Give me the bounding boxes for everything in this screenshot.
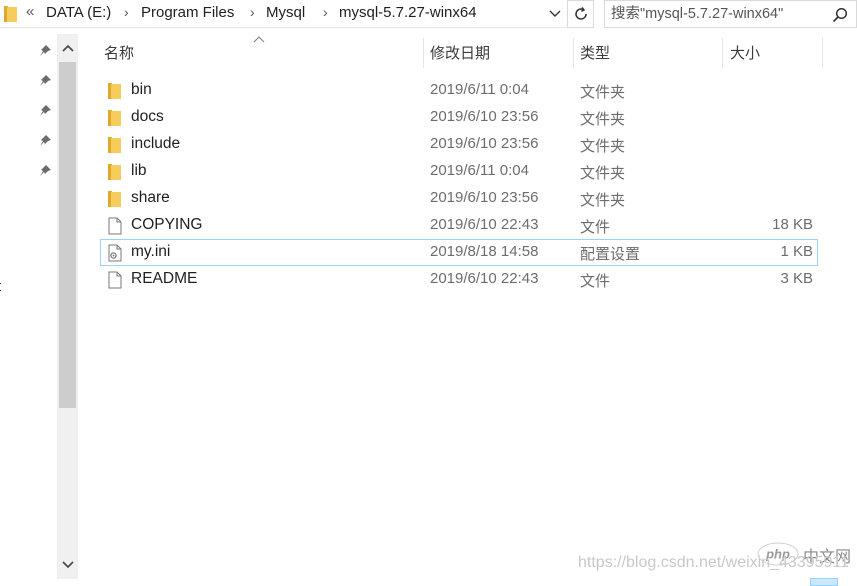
nav-scrollbar[interactable] bbox=[57, 34, 78, 579]
file-icon bbox=[108, 271, 122, 289]
selection-indicator bbox=[810, 578, 838, 586]
pin-icon[interactable] bbox=[37, 163, 53, 179]
breadcrumb-mysql[interactable]: Mysql bbox=[266, 4, 305, 21]
search-icon[interactable] bbox=[832, 7, 848, 23]
pin-icon[interactable] bbox=[37, 43, 53, 59]
search-box[interactable] bbox=[604, 0, 857, 28]
file-name: lib bbox=[131, 162, 147, 179]
file-date: 2019/6/11 0:04 bbox=[430, 162, 529, 179]
file-name: my.ini bbox=[131, 243, 171, 260]
settings-file-icon bbox=[108, 244, 122, 262]
watermark-url: https://blog.csdn.net/weixin_43395911 bbox=[578, 554, 850, 571]
file-date: 2019/6/10 22:43 bbox=[430, 270, 539, 287]
file-type: 文件夹 bbox=[580, 84, 626, 101]
scroll-down-button[interactable] bbox=[57, 551, 78, 579]
refresh-button[interactable] bbox=[567, 0, 594, 28]
file-date: 2019/6/10 22:43 bbox=[430, 216, 539, 233]
file-row-docs[interactable]: docs 2019/6/10 23:56 文件夹 bbox=[100, 104, 818, 131]
pin-icon[interactable] bbox=[37, 133, 53, 149]
file-name: COPYING bbox=[131, 216, 203, 233]
file-name: include bbox=[131, 135, 181, 152]
column-header-size[interactable]: 大小 bbox=[730, 42, 760, 63]
file-row-share[interactable]: share 2019/6/10 23:56 文件夹 bbox=[100, 185, 818, 212]
file-type: 文件夹 bbox=[580, 165, 626, 182]
file-name: share bbox=[131, 189, 170, 206]
nav-item-text[interactable]: t bbox=[0, 278, 1, 295]
scroll-up-button[interactable] bbox=[57, 34, 78, 62]
file-row-include[interactable]: include 2019/6/10 23:56 文件夹 bbox=[100, 131, 818, 158]
file-type: 文件 bbox=[580, 219, 611, 236]
column-divider[interactable] bbox=[822, 38, 823, 68]
column-divider[interactable] bbox=[423, 38, 424, 68]
file-row-lib[interactable]: lib 2019/6/11 0:04 文件夹 bbox=[100, 158, 818, 185]
file-row-copying[interactable]: COPYING 2019/6/10 22:43 文件 18 KB bbox=[100, 212, 818, 239]
file-name: README bbox=[131, 270, 198, 287]
pin-icon[interactable] bbox=[37, 103, 53, 119]
chevron-up-icon bbox=[61, 44, 74, 52]
breadcrumb-drive[interactable]: DATA (E:) bbox=[46, 4, 111, 21]
breadcrumb-current-folder[interactable]: mysql-5.7.27-winx64 bbox=[339, 4, 477, 21]
file-size: 18 KB bbox=[772, 216, 813, 233]
file-size: 3 KB bbox=[780, 270, 813, 287]
file-date: 2019/6/10 23:56 bbox=[430, 135, 539, 152]
column-header-type[interactable]: 类型 bbox=[580, 42, 610, 63]
folder-icon bbox=[108, 191, 121, 207]
file-type: 文件夹 bbox=[580, 192, 626, 209]
file-row-readme[interactable]: README 2019/6/10 22:43 文件 3 KB bbox=[100, 266, 818, 293]
file-icon bbox=[108, 217, 122, 235]
file-date: 2019/6/11 0:04 bbox=[430, 81, 529, 98]
column-divider[interactable] bbox=[722, 38, 723, 68]
folder-icon bbox=[108, 83, 121, 99]
refresh-icon bbox=[574, 7, 587, 20]
search-input[interactable] bbox=[611, 4, 825, 24]
breadcrumb-separator[interactable]: › bbox=[250, 4, 255, 20]
sort-ascending-icon bbox=[253, 36, 265, 43]
file-date: 2019/6/10 23:56 bbox=[430, 189, 539, 206]
file-type: 文件夹 bbox=[580, 111, 626, 128]
file-date: 2019/6/10 23:56 bbox=[430, 108, 539, 125]
file-row-my-ini[interactable]: my.ini 2019/8/18 14:58 配置设置 1 KB bbox=[100, 239, 818, 266]
file-type: 文件夹 bbox=[580, 138, 626, 155]
file-type: 文件 bbox=[580, 273, 611, 290]
scroll-thumb[interactable] bbox=[59, 62, 76, 408]
folder-icon bbox=[4, 6, 17, 22]
pin-icon[interactable] bbox=[37, 73, 53, 89]
breadcrumb-program-files[interactable]: Program Files bbox=[141, 4, 234, 21]
file-name: docs bbox=[131, 108, 164, 125]
column-header-row: 名称 修改日期 类型 大小 bbox=[78, 34, 857, 68]
double-chevron-left-icon[interactable]: « bbox=[26, 3, 34, 20]
breadcrumb-separator[interactable]: › bbox=[323, 4, 328, 20]
folder-icon bbox=[108, 164, 121, 180]
column-header-date[interactable]: 修改日期 bbox=[430, 42, 490, 63]
folder-icon bbox=[108, 110, 121, 126]
file-name: bin bbox=[131, 81, 152, 98]
file-size: 1 KB bbox=[780, 243, 813, 260]
file-row-bin[interactable]: bin 2019/6/11 0:04 文件夹 bbox=[100, 77, 818, 104]
column-divider[interactable] bbox=[573, 38, 574, 68]
file-type: 配置设置 bbox=[580, 246, 641, 263]
chevron-down-icon bbox=[549, 10, 561, 17]
breadcrumb-separator[interactable]: › bbox=[124, 4, 129, 20]
chevron-down-icon bbox=[61, 561, 74, 569]
file-date: 2019/8/18 14:58 bbox=[430, 243, 539, 260]
address-history-dropdown[interactable] bbox=[543, 0, 567, 28]
navigation-pane[interactable]: t bbox=[0, 28, 58, 586]
folder-icon bbox=[108, 137, 121, 153]
column-header-name[interactable]: 名称 bbox=[104, 42, 134, 63]
address-bar[interactable]: « DATA (E:) › Program Files › Mysql › my… bbox=[0, 0, 567, 28]
